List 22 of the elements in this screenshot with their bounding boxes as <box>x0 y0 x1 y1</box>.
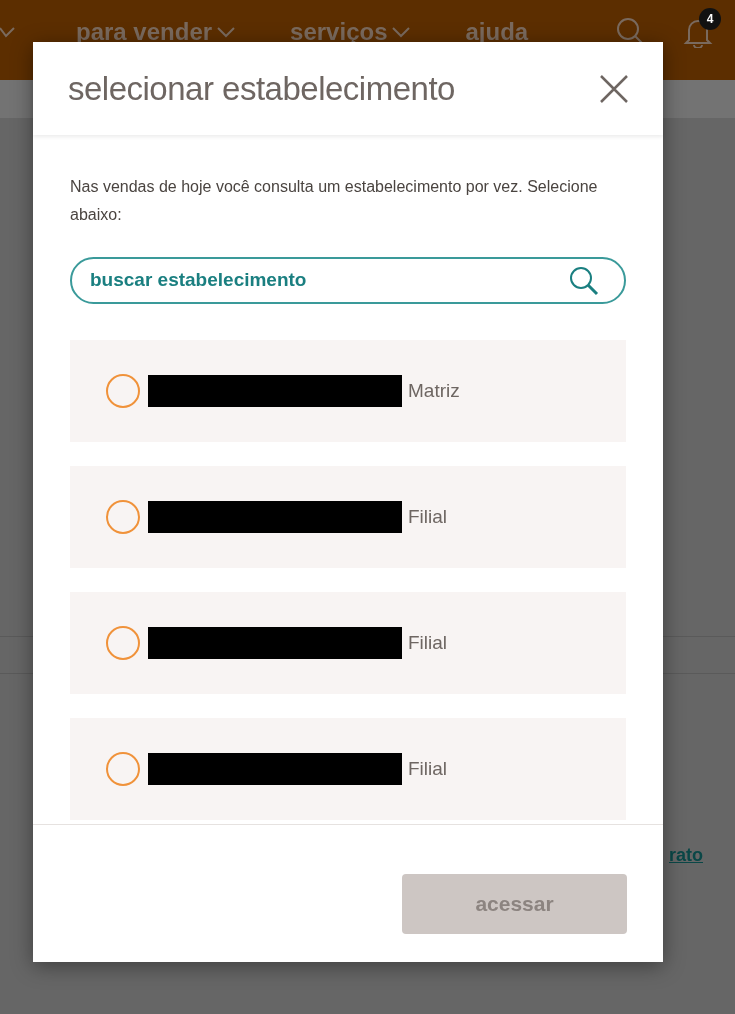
dialog-title: selecionar estabelecimento <box>68 68 455 109</box>
radio-button[interactable] <box>106 374 140 408</box>
search-field[interactable]: buscar estabelecimento <box>70 257 626 304</box>
establishment-option[interactable]: Matriz <box>70 340 626 442</box>
text-link[interactable]: rato <box>669 842 703 869</box>
radio-button[interactable] <box>106 626 140 660</box>
chevron-down-icon <box>216 26 237 38</box>
option-label: Filial <box>408 630 448 655</box>
establishment-option[interactable]: Filial <box>70 466 626 568</box>
dialog-description: Nas vendas de hoje você consulta um estabelecimento por vez. Selecione abaixo: <box>70 177 599 225</box>
close-icon[interactable] <box>599 73 629 104</box>
option-label: Filial <box>408 756 448 781</box>
option-label: Matriz <box>408 378 460 403</box>
establishment-option[interactable]: Filial <box>70 718 626 820</box>
notification-badge: 4 <box>699 8 721 30</box>
option-label: Filial <box>408 504 448 529</box>
search-input[interactable]: buscar estabelecimento <box>90 266 568 295</box>
radio-button[interactable] <box>106 752 140 786</box>
chevron-down-icon <box>0 26 16 38</box>
radio-button[interactable] <box>106 500 140 534</box>
establishment-option[interactable]: Filial <box>70 592 626 694</box>
chevron-down-icon <box>391 26 412 38</box>
